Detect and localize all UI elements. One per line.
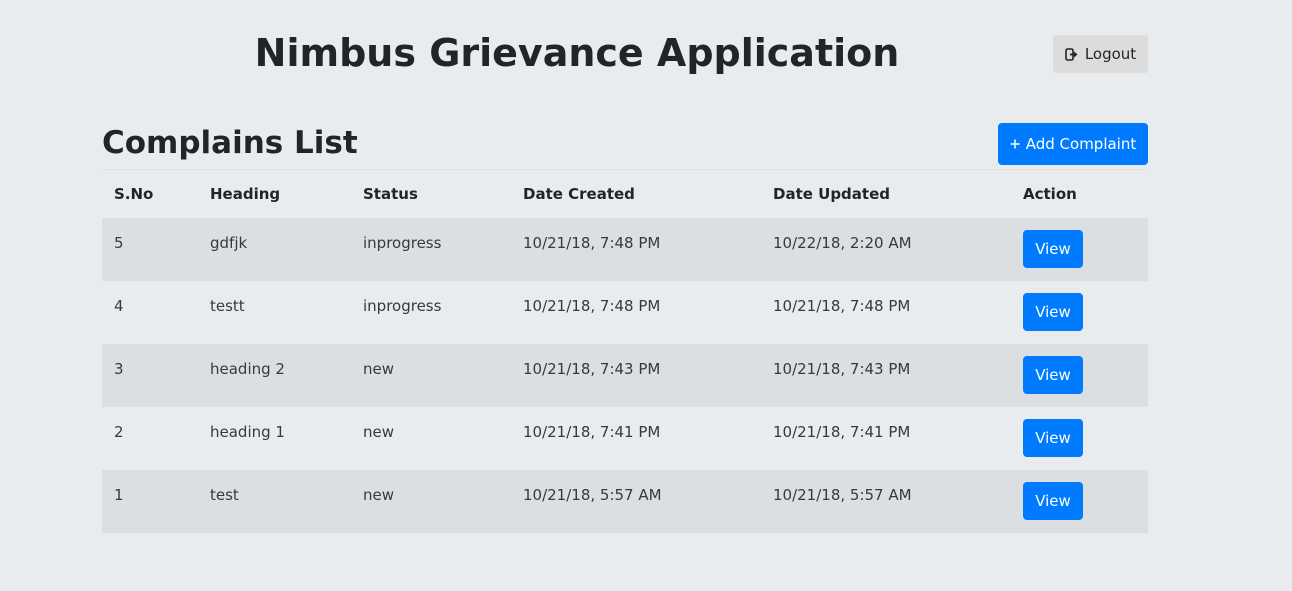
cell-action: View bbox=[1011, 470, 1148, 533]
cell-date-created: 10/21/18, 5:57 AM bbox=[523, 486, 662, 504]
view-button[interactable]: View bbox=[1023, 293, 1083, 331]
cell-date-created: 10/21/18, 7:48 PM bbox=[523, 234, 661, 252]
view-button[interactable]: View bbox=[1023, 419, 1083, 457]
add-complaint-label: Add Complaint bbox=[1025, 135, 1137, 153]
column-header-sno: S.No bbox=[114, 185, 154, 203]
cell-date-updated: 10/22/18, 2:20 AM bbox=[773, 234, 912, 252]
cell-date-updated: 10/21/18, 5:57 AM bbox=[773, 486, 912, 504]
column-header-heading: Heading bbox=[210, 185, 281, 203]
complaints-table: S.No Heading Status Date Created Date Up… bbox=[102, 170, 1148, 533]
table-row: 1 test new 10/21/18, 5:57 AM 10/21/18, 5… bbox=[102, 470, 1148, 533]
cell-sno: 4 bbox=[114, 297, 124, 315]
cell-sno: 5 bbox=[114, 234, 124, 252]
cell-heading: heading 2 bbox=[210, 360, 285, 378]
cell-date-updated: 10/21/18, 7:43 PM bbox=[773, 360, 911, 378]
table-row: 5 gdfjk inprogress 10/21/18, 7:48 PM 10/… bbox=[102, 218, 1148, 281]
cell-heading: heading 1 bbox=[210, 423, 285, 441]
cell-status: new bbox=[363, 360, 395, 378]
cell-status: inprogress bbox=[363, 297, 442, 315]
cell-status: inprogress bbox=[363, 234, 442, 252]
cell-date-updated: 10/21/18, 7:41 PM bbox=[773, 423, 911, 441]
cell-date-created: 10/21/18, 7:43 PM bbox=[523, 360, 661, 378]
list-title: Complains List bbox=[102, 125, 358, 161]
cell-heading: gdfjk bbox=[210, 234, 248, 252]
cell-heading: testt bbox=[210, 297, 245, 315]
cell-sno: 3 bbox=[114, 360, 124, 378]
cell-action: View bbox=[1011, 344, 1148, 407]
table-row: 3 heading 2 new 10/21/18, 7:43 PM 10/21/… bbox=[102, 344, 1148, 407]
cell-date-updated: 10/21/18, 7:48 PM bbox=[773, 297, 911, 315]
cell-action: View bbox=[1011, 407, 1148, 470]
view-button[interactable]: View bbox=[1023, 356, 1083, 394]
page-container: Nimbus Grievance Application Logout Comp… bbox=[102, 0, 1148, 591]
view-button[interactable]: View bbox=[1023, 230, 1083, 268]
cell-heading: test bbox=[210, 486, 239, 504]
table-row: 2 heading 1 new 10/21/18, 7:41 PM 10/21/… bbox=[102, 407, 1148, 470]
view-button[interactable]: View bbox=[1023, 482, 1083, 520]
plus-icon bbox=[1010, 135, 1020, 153]
logout-button[interactable]: Logout bbox=[1053, 35, 1148, 73]
column-header-status: Status bbox=[363, 185, 418, 203]
cell-sno: 1 bbox=[114, 486, 124, 504]
table-row: 4 testt inprogress 10/21/18, 7:48 PM 10/… bbox=[102, 281, 1148, 344]
cell-status: new bbox=[363, 423, 395, 441]
cell-status: new bbox=[363, 486, 395, 504]
sign-out-icon bbox=[1065, 47, 1079, 61]
table-header: S.No Heading Status Date Created Date Up… bbox=[102, 170, 1148, 218]
cell-date-created: 10/21/18, 7:48 PM bbox=[523, 297, 661, 315]
column-header-action: Action bbox=[1023, 185, 1077, 203]
cell-date-created: 10/21/18, 7:41 PM bbox=[523, 423, 661, 441]
add-complaint-button[interactable]: Add Complaint bbox=[998, 123, 1148, 165]
logout-label: Logout bbox=[1084, 45, 1137, 63]
cell-sno: 2 bbox=[114, 423, 124, 441]
cell-action: View bbox=[1011, 281, 1148, 344]
column-header-date-updated: Date Updated bbox=[773, 185, 890, 203]
cell-action: View bbox=[1011, 218, 1148, 281]
app-title: Nimbus Grievance Application bbox=[254, 31, 900, 75]
column-header-date-created: Date Created bbox=[523, 185, 635, 203]
